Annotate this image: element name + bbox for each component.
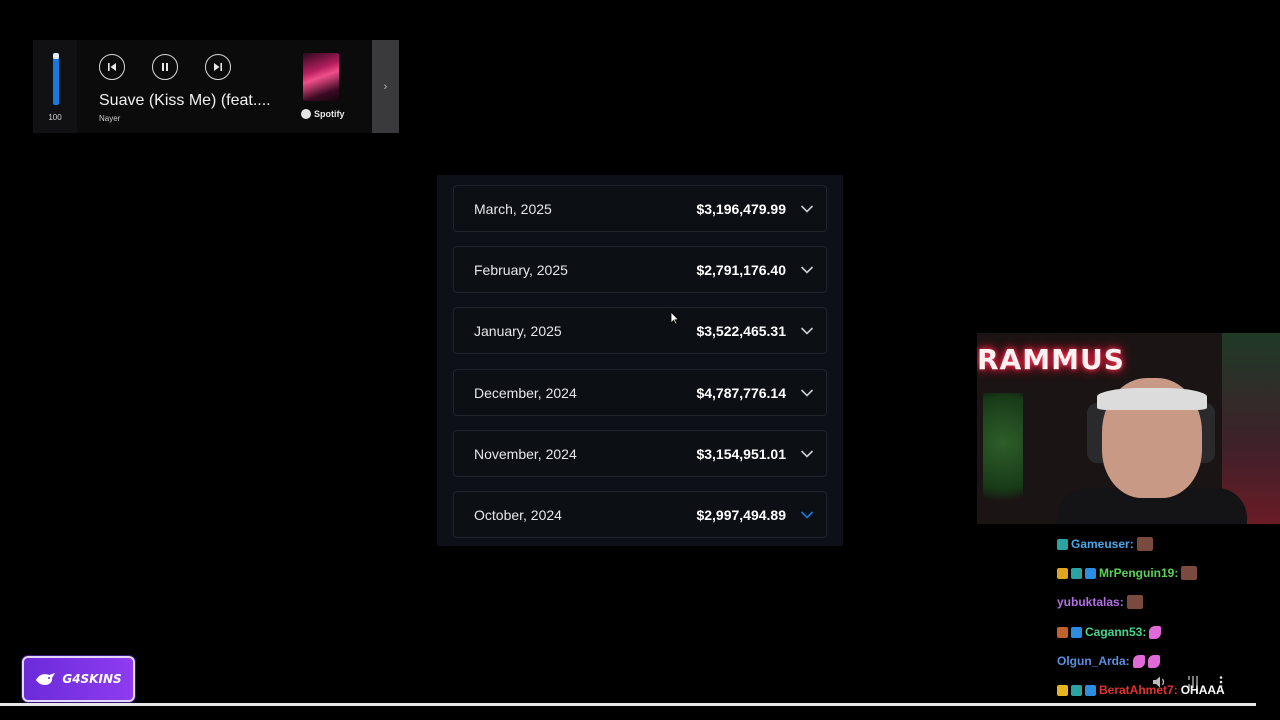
month-row[interactable]: October, 2024 $2,997,494.89: [453, 491, 827, 538]
player-controls: [1152, 675, 1224, 689]
volume-icon[interactable]: [1152, 675, 1168, 689]
month-amount: $4,787,776.14: [696, 384, 786, 401]
chevron-down-icon[interactable]: [800, 449, 814, 459]
sponsor-label: G4SKINS: [62, 672, 122, 686]
spotify-badge: Spotify: [301, 109, 345, 119]
month-label: January, 2025: [474, 323, 562, 340]
webcam-feed: RAMMUS: [977, 333, 1280, 524]
month-row[interactable]: March, 2025 $3,196,479.99: [453, 185, 827, 232]
chat-username: Olgun_Arda:: [1057, 654, 1130, 668]
next-track-button[interactable]: [205, 54, 231, 80]
chat-badge-icon: [1057, 684, 1068, 696]
album-art: [303, 53, 339, 101]
spotify-icon: [301, 109, 311, 119]
volume-value: 100: [48, 113, 62, 122]
chat-badge-icon: [1057, 626, 1068, 638]
media-widget: 100 Suave (Kiss Me) (feat.... Nayer Spot…: [33, 40, 399, 133]
video-progress-bar[interactable]: [0, 703, 1256, 706]
chevron-down-icon[interactable]: [800, 510, 814, 520]
chat-badge-icon: [1057, 538, 1068, 550]
month-row[interactable]: December, 2024 $4,787,776.14: [453, 368, 827, 416]
panther-logo-icon: [36, 673, 56, 685]
neon-sign: RAMMUS: [977, 343, 1125, 376]
chat-badge-icon: [1071, 684, 1082, 696]
track-title: Suave (Kiss Me) (feat....: [99, 92, 271, 109]
chevron-down-icon[interactable]: [800, 388, 814, 398]
chat-badge-icon: [1085, 567, 1096, 579]
chevron-down-icon[interactable]: [800, 204, 814, 214]
chat-emote-icon: [1181, 566, 1198, 580]
skip-forward-icon: [214, 63, 222, 71]
volume-slider[interactable]: [53, 53, 59, 105]
chat-emote-icon: [1136, 537, 1153, 551]
month-row[interactable]: November, 2024 $3,154,951.01: [453, 429, 827, 477]
monthly-totals-panel: March, 2025 $3,196,479.99 February, 2025 $2…: [437, 175, 843, 546]
settings-icon[interactable]: [1186, 675, 1200, 689]
month-amount: $3,196,479.99: [696, 201, 786, 217]
chat-emote-icon: [1147, 654, 1160, 668]
chat-message: MrPenguin19:: [1057, 563, 1198, 583]
chevron-down-icon[interactable]: [800, 265, 814, 275]
chat-badge-icon: [1057, 567, 1068, 579]
month-row[interactable]: February, 2025 $2,791,176.40: [453, 246, 827, 294]
previous-track-button[interactable]: [99, 54, 125, 80]
chat-badge-icon: [1071, 626, 1082, 638]
volume-control[interactable]: 100: [33, 40, 77, 133]
month-amount: $3,522,465.31: [696, 323, 786, 340]
month-label: March, 2025: [474, 201, 552, 217]
chevron-right-icon: ›: [383, 80, 388, 93]
chat-username: Cagann53:: [1085, 625, 1147, 639]
chat-username: MrPenguin19:: [1099, 566, 1179, 580]
month-amount: $2,997,494.89: [696, 507, 786, 523]
chat-emote-icon: [1132, 654, 1145, 668]
more-options-icon[interactable]: [1218, 675, 1224, 689]
pause-button[interactable]: [152, 54, 178, 80]
sponsor-badge: G4SKINS: [22, 656, 135, 702]
skip-back-icon: [108, 63, 116, 71]
track-artist: Nayer: [99, 114, 121, 123]
chat-badge-icon: [1085, 684, 1096, 696]
chat-username: Gameuser:: [1071, 537, 1134, 551]
month-amount: $3,154,951.01: [696, 445, 786, 462]
expand-widget-button[interactable]: ›: [372, 40, 399, 133]
month-row[interactable]: January, 2025 $3,522,465.31: [453, 307, 827, 355]
chat-message: Olgun_Arda:: [1057, 651, 1160, 671]
chevron-down-icon[interactable]: [800, 326, 814, 336]
christmas-tree: [983, 393, 1023, 518]
month-label: November, 2024: [474, 445, 577, 462]
chat-message: Gameuser:: [1057, 534, 1153, 554]
streamer-bandana: [1097, 388, 1207, 410]
mouse-cursor-icon: [670, 311, 680, 325]
chat-badge-icon: [1071, 567, 1082, 579]
chat-emote-icon: [1149, 625, 1162, 639]
chat-message: yubuktalas:: [1057, 592, 1143, 612]
source-label: Spotify: [314, 109, 345, 119]
pause-icon: [162, 63, 168, 71]
month-amount: $2,791,176.40: [696, 262, 786, 279]
month-label: October, 2024: [474, 507, 562, 523]
chat-message: Cagann53:: [1057, 622, 1162, 642]
month-label: February, 2025: [474, 262, 568, 279]
chat-username: yubuktalas:: [1057, 595, 1124, 609]
chat-emote-icon: [1126, 595, 1143, 609]
month-label: December, 2024: [474, 384, 577, 401]
